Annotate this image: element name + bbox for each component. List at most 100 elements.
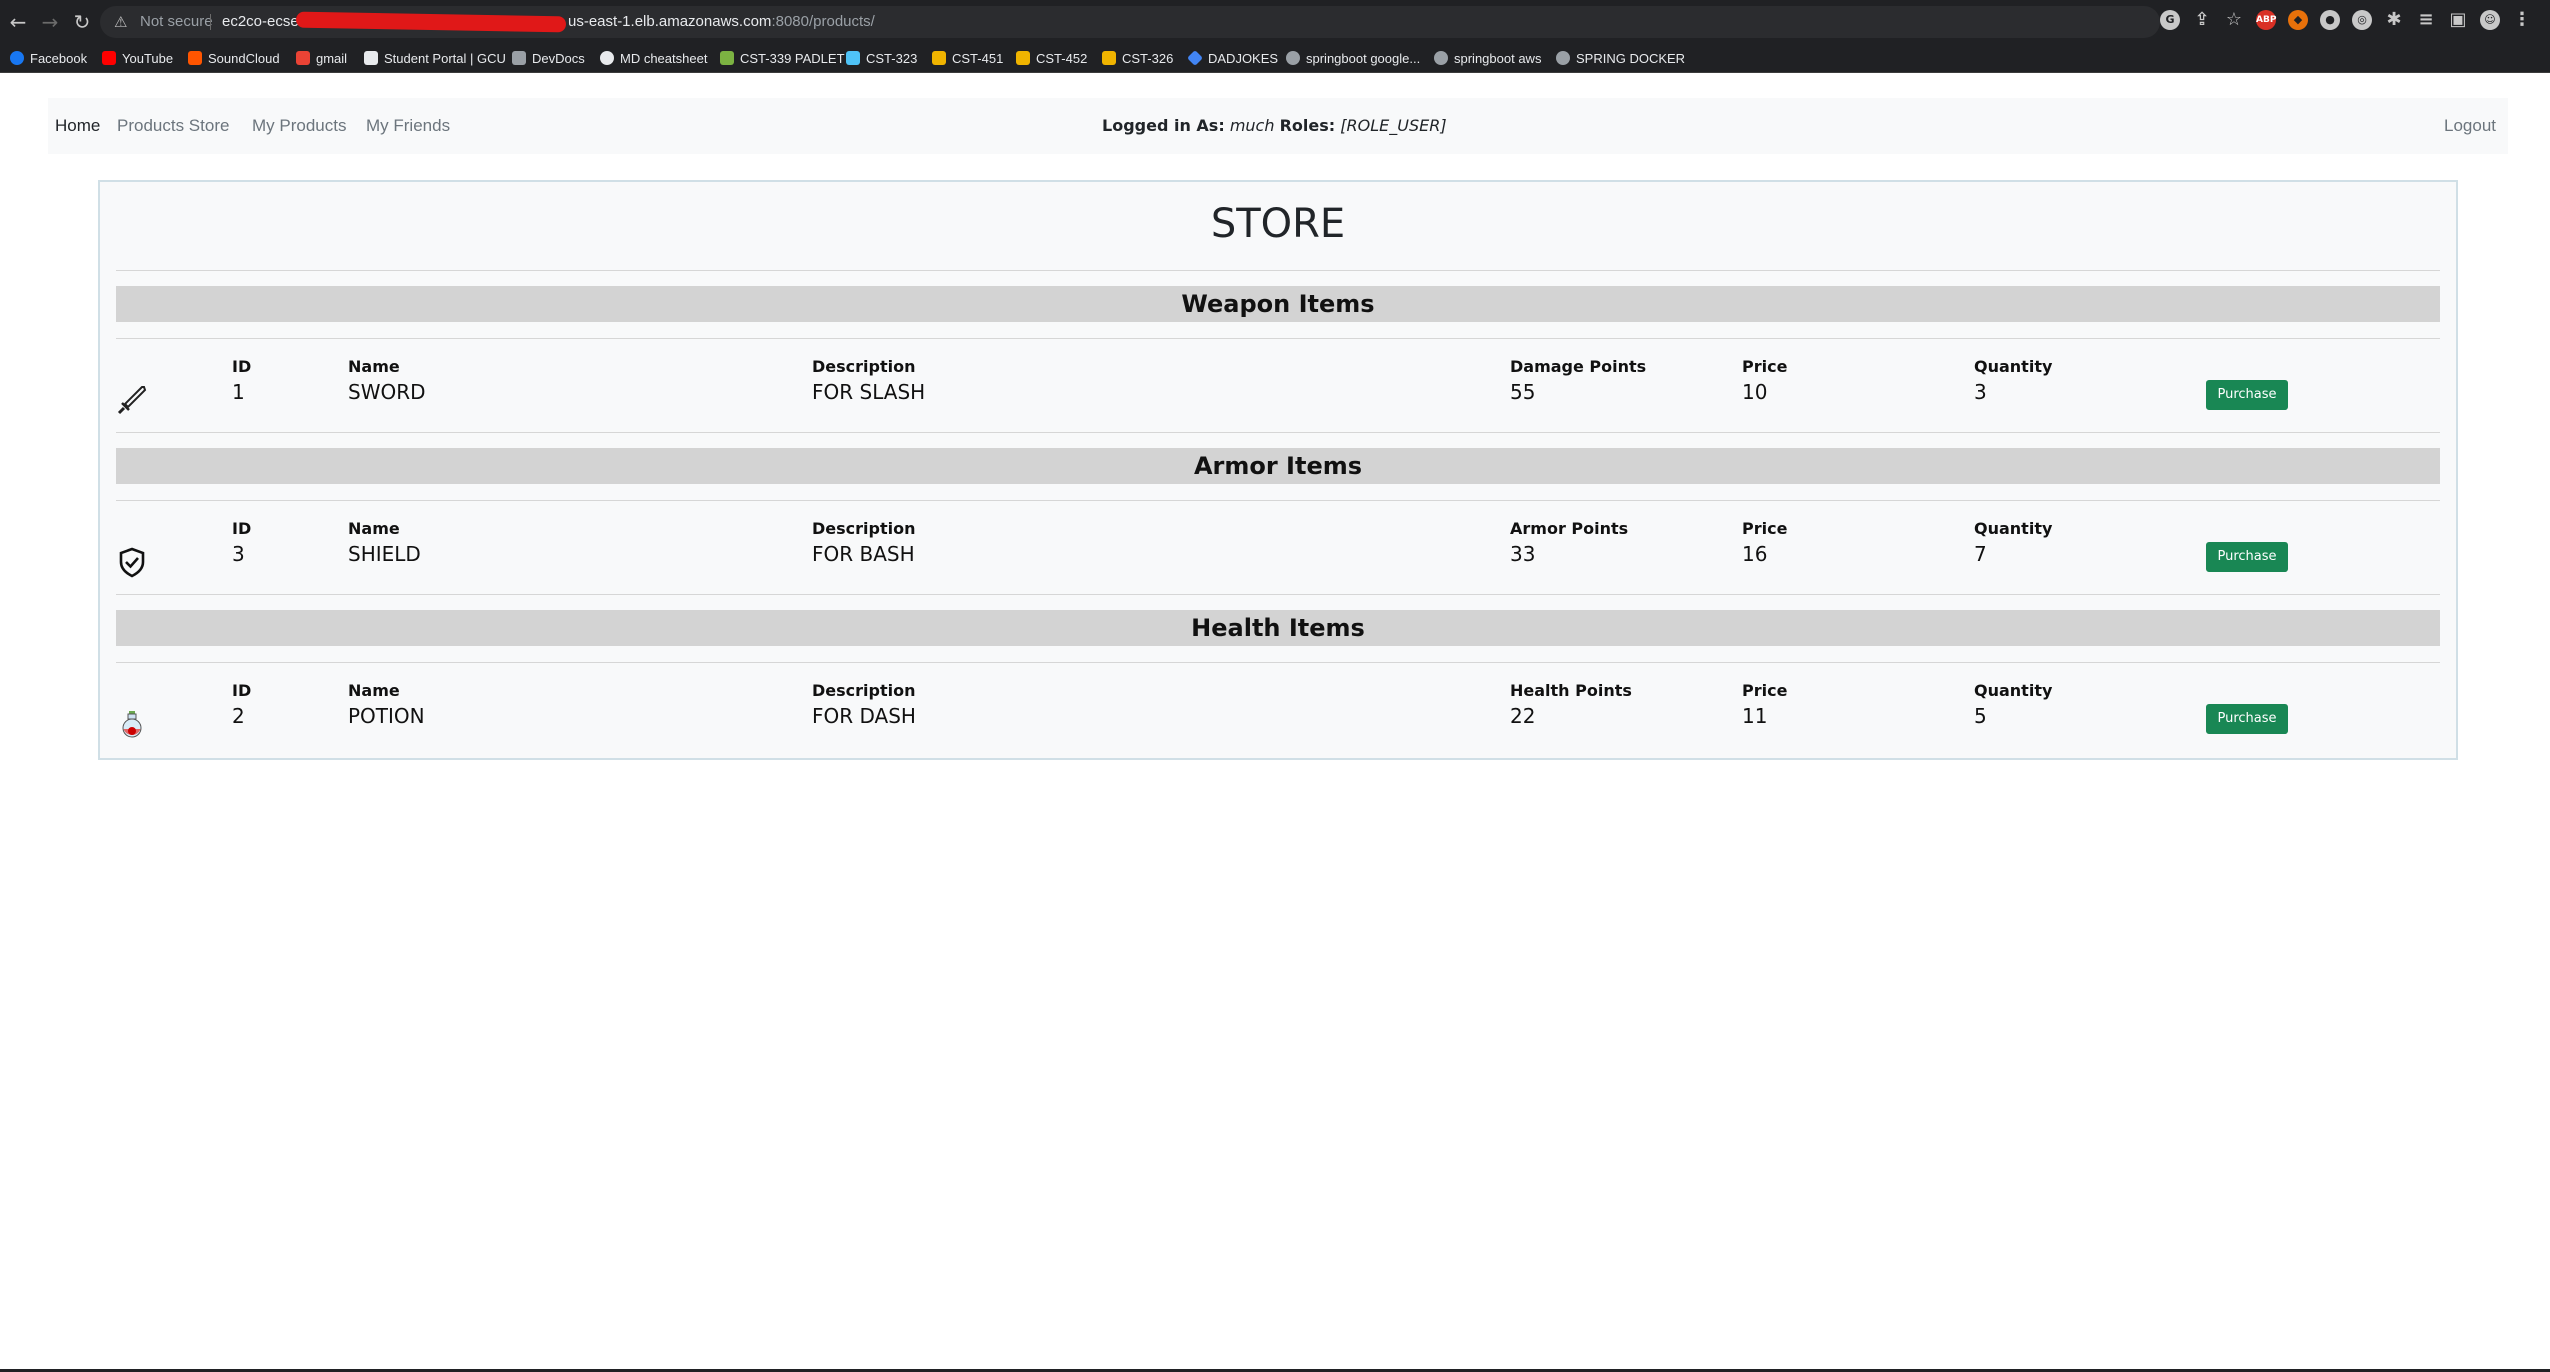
item-quantity: 3 [1974,380,1987,404]
col-price: Price 11 [1742,680,1787,730]
bookmark-devdocs[interactable]: DevDocs [512,48,585,68]
divider [116,662,2440,663]
gcu-icon [932,51,946,65]
reload-icon[interactable]: ↻ [68,8,96,36]
col-points: Damage Points 55 [1510,356,1646,406]
redaction-mark [295,11,567,33]
bookmark-label: SPRING DOCKER [1576,50,1686,66]
padlet-icon [720,51,734,65]
warning-icon[interactable]: ⚠ [114,11,127,33]
bookmark-facebook[interactable]: Facebook [10,48,87,68]
section-header-health: Health Items [116,610,2440,646]
section-title: Weapon Items [1181,290,1375,318]
google-icon[interactable]: G [2160,10,2180,30]
bookmark-youtube[interactable]: YouTube [102,48,173,68]
bookmarks-bar: Facebook YouTube SoundCloud gmail Studen… [0,44,2550,73]
url-path: :8080/products/ [771,13,875,30]
divider [116,338,2440,339]
menu-kebab-icon[interactable]: ⋮ [2512,10,2532,30]
bookmark-label: SoundCloud [208,50,280,66]
bookmark-soundcloud[interactable]: SoundCloud [188,48,280,68]
purchase-button[interactable]: Purchase [2206,542,2288,572]
bookmark-cst-326[interactable]: CST-326 [1102,48,1173,68]
divider [116,500,2440,501]
bookmark-label: Student Portal | GCU [384,50,506,66]
divider [116,594,2440,595]
gmail-icon [296,51,310,65]
security-label[interactable]: Not secure [140,12,213,32]
col-description: Description FOR SLASH [812,356,925,406]
item-points: 33 [1510,542,1536,566]
puzzle-icon[interactable]: ✱ [2384,10,2404,30]
bookmark-label: DADJOKES [1208,50,1279,66]
item-points: 55 [1510,380,1536,404]
youtube-icon [102,51,116,65]
item-name: SHIELD [348,542,421,566]
col-quantity: Quantity 3 [1974,356,2052,406]
back-arrow-icon[interactable]: ← [4,8,32,36]
nav-home[interactable]: Home [55,114,100,138]
metamask-icon[interactable]: ◆ [2288,10,2308,30]
col-price: Price 16 [1742,518,1787,568]
roles-label: Roles: [1279,116,1336,135]
bookmark-cst-451[interactable]: CST-451 [932,48,1003,68]
col-header: Name [348,681,400,700]
bookmark-label: springboot google... [1306,50,1421,66]
col-header: Quantity [1974,519,2053,538]
sidepanel-icon[interactable]: ▣ [2448,10,2468,30]
col-header: Health Points [1510,681,1632,700]
github-icon [600,51,614,65]
item-quantity: 7 [1974,542,1987,566]
nav-logout[interactable]: Logout [2444,114,2496,138]
star-icon[interactable]: ☆ [2224,10,2244,30]
item-price: 16 [1742,542,1768,566]
forward-arrow-icon[interactable]: → [36,8,64,36]
col-price: Price 10 [1742,356,1787,406]
item-name: SWORD [348,380,426,404]
share-icon[interactable]: ⇪ [2192,10,2212,30]
col-header: Description [812,519,916,538]
shield-icon [119,547,145,578]
col-id: ID 1 [232,356,251,406]
reading-list-icon[interactable]: ≡ [2416,10,2436,30]
nav-my-products[interactable]: My Products [252,114,346,138]
soundcloud-icon [188,51,202,65]
col-header: Armor Points [1510,519,1629,538]
col-name: Name POTION [348,680,425,730]
bookmark-gmail[interactable]: gmail [296,48,347,68]
address-bar[interactable]: ⚠ Not secure ec2co-ecsel us-east-1.elb.a… [100,6,2160,38]
bookmark-student-portal[interactable]: Student Portal | GCU [364,48,506,68]
bookmark-cst-452[interactable]: CST-452 [1016,48,1087,68]
bookmark-cst-339[interactable]: CST-339 PADLET [720,48,845,68]
item-description: FOR SLASH [812,380,926,404]
nav-my-friends[interactable]: My Friends [366,114,450,138]
item-price: 11 [1742,704,1768,728]
col-header: Price [1742,357,1788,376]
bookmark-label: CST-323 [866,50,918,66]
col-header: Name [348,357,400,376]
bookmark-md-cheatsheet[interactable]: MD cheatsheet [600,48,707,68]
roles-value: [ROLE_USER] [1340,116,1447,135]
col-header: Price [1742,681,1788,700]
item-id: 3 [232,542,245,566]
bookmark-spring-docker[interactable]: SPRING DOCKER [1556,48,1685,68]
bookmark-label: YouTube [122,50,174,66]
adblock-icon[interactable]: ABP [2256,10,2276,30]
extension-face-icon[interactable]: ● [2320,10,2340,30]
url-host-end: us-east-1.elb.amazonaws.com:8080/product… [568,12,875,32]
profile-avatar-icon[interactable]: ☺ [2480,10,2500,30]
extension-circle-icon[interactable]: ◎ [2352,10,2372,30]
col-header: Price [1742,519,1788,538]
purchase-button[interactable]: Purchase [2206,380,2288,410]
bookmark-springboot-google[interactable]: springboot google... [1286,48,1420,68]
bookmark-dadjokes[interactable]: DADJOKES [1187,48,1279,68]
bookmark-springboot-aws[interactable]: springboot aws [1434,48,1541,68]
divider [116,270,2440,271]
product-row-weapon: ID 1 Name SWORD Description FOR SLASH Damag… [116,356,2440,426]
nav-products-store[interactable]: Products Store [117,114,229,138]
item-description: FOR BASH [812,542,915,566]
purchase-button[interactable]: Purchase [2206,704,2288,734]
section-header-armor: Armor Items [116,448,2440,484]
bookmark-cst-323[interactable]: CST-323 [846,48,917,68]
item-points: 22 [1510,704,1536,728]
